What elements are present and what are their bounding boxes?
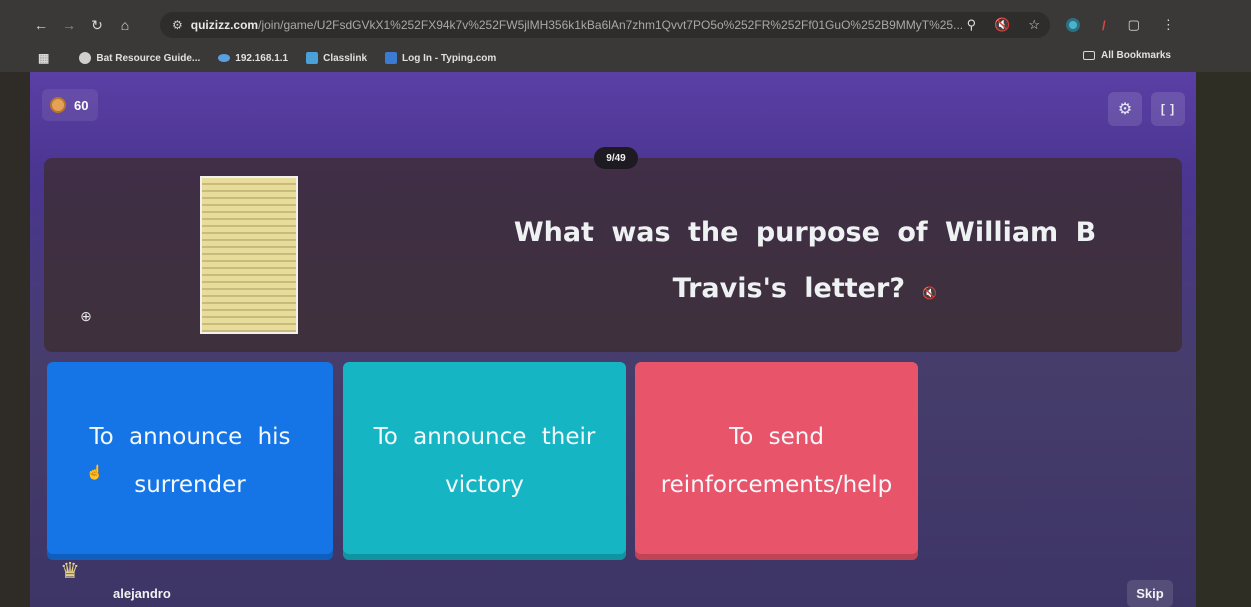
settings-button[interactable]: ⚙	[1108, 92, 1142, 126]
question-image-letter[interactable]	[200, 176, 298, 334]
fullscreen-button[interactable]: [ ]	[1151, 92, 1185, 126]
bookmark-label: Bat Resource Guide...	[96, 52, 201, 64]
background-wall-right	[1196, 72, 1251, 607]
answer-option-2[interactable]: To announce their victory	[343, 362, 626, 560]
address-bar[interactable]: ⚙ quizizz.com /join/game/U2FsdGVkX1%252F…	[160, 12, 1050, 38]
bookmark-label: Classlink	[323, 52, 368, 64]
answer-option-text: To send reinforcements/help	[660, 424, 893, 498]
bookmark-star-icon[interactable]: ☆	[1028, 17, 1040, 33]
question-text: What was the purpose of William B Travis…	[513, 217, 1097, 304]
answer-option-1[interactable]: To announce his surrender	[47, 362, 333, 560]
answer-option-text: To announce his surrender	[89, 424, 291, 498]
back-arrow-icon[interactable]: ←	[30, 14, 52, 36]
url-host: quizizz.com	[190, 18, 259, 32]
background-wall-left	[0, 72, 30, 607]
extensions-area: / ▢ ⋮	[1066, 12, 1175, 38]
url-path: /join/game/U2FsdGVkX1%252FX94k7v%252FW5j…	[258, 18, 964, 32]
extensions-puzzle-icon[interactable]: ▢	[1128, 17, 1140, 33]
browser-menu-icon[interactable]: ⋮	[1162, 17, 1175, 33]
extension-blue-icon[interactable]	[1066, 18, 1080, 32]
classlink-icon	[306, 52, 319, 64]
answer-option-3[interactable]: To send reinforcements/help	[635, 362, 918, 560]
question-text-container: What was the purpose of William B Travis…	[490, 205, 1120, 321]
coin-icon	[50, 97, 66, 113]
bookmark-item[interactable]: Bat Resource Guide...	[79, 52, 200, 64]
question-counter: 9/49	[594, 147, 638, 169]
bookmark-label: 192.168.1.1	[235, 52, 289, 64]
extension-pen-icon[interactable]: /	[1102, 18, 1106, 33]
bookmark-item[interactable]: 192.168.1.1	[218, 53, 288, 64]
zoom-image-button[interactable]: ⊕	[76, 306, 96, 326]
player-name: alejandro	[113, 586, 171, 601]
tab-muted-icon[interactable]: 🔇	[994, 17, 1010, 33]
zoom-in-icon: ⊕	[80, 307, 92, 324]
player-avatar: ♛	[40, 558, 100, 607]
read-aloud-icon[interactable]: 🔇	[922, 286, 937, 300]
hand-pointer-cursor-icon: ☝	[86, 464, 104, 480]
answer-option-text: To announce their victory	[373, 424, 596, 498]
all-bookmarks-label: All Bookmarks	[1100, 50, 1171, 61]
bookmarks-bar: ▦ Bat Resource Guide... 192.168.1.1 Clas…	[0, 48, 1251, 68]
browser-toolbar: ← → ↻ ⌂ ⚙ quizizz.com /join/game/U2FsdGV…	[0, 10, 1251, 40]
all-bookmarks-button[interactable]: All Bookmarks	[1082, 50, 1171, 61]
apps-grid-icon[interactable]: ▦	[38, 51, 49, 65]
typing-icon	[385, 52, 398, 64]
reload-icon[interactable]: ↻	[86, 14, 108, 36]
coins-counter: 60	[42, 89, 98, 121]
cloud-icon	[218, 54, 231, 62]
bat-icon	[79, 52, 92, 64]
bookmark-item[interactable]: Log In - Typing.com	[385, 52, 496, 64]
forward-arrow-icon[interactable]: →	[58, 14, 80, 36]
location-icon[interactable]: ⚲	[967, 17, 977, 33]
crown-icon: ♛	[60, 558, 80, 583]
coins-value: 60	[74, 97, 89, 113]
gear-icon: ⚙	[1117, 101, 1133, 118]
fullscreen-icon: [ ]	[1160, 102, 1176, 116]
browser-chrome: ← → ↻ ⌂ ⚙ quizizz.com /join/game/U2FsdGV…	[0, 0, 1251, 72]
skip-button[interactable]: Skip	[1127, 580, 1173, 607]
omnibox-actions: ⚲ 🔇 ☆	[967, 12, 1040, 38]
bookmark-item[interactable]: Classlink	[306, 52, 367, 64]
bookmark-label: Log In - Typing.com	[402, 52, 497, 64]
home-icon[interactable]: ⌂	[114, 14, 136, 36]
folder-icon	[1082, 51, 1095, 60]
site-info-icon[interactable]: ⚙	[172, 18, 183, 32]
